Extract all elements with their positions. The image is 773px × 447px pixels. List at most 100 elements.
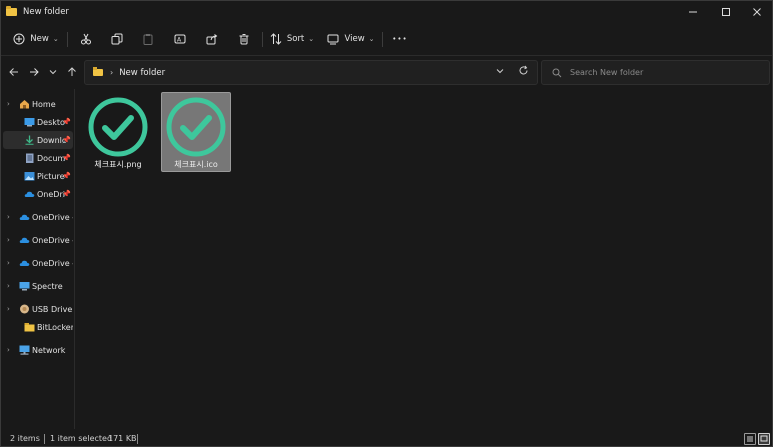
cut-button[interactable] xyxy=(76,22,96,56)
search-box[interactable] xyxy=(541,60,770,85)
new-button-label: New xyxy=(30,34,49,44)
sidebar-item-label: Home xyxy=(32,99,56,109)
chevron-down-icon: ⌄ xyxy=(52,35,59,43)
rename-icon: A xyxy=(174,34,186,44)
paste-button[interactable] xyxy=(138,22,158,56)
sidebar-item-network[interactable]: › Network xyxy=(3,341,73,359)
sidebar-item-onedrive-3[interactable]: › OneDrive - xyxy=(3,254,73,272)
sort-button[interactable]: Sort ⌄ xyxy=(269,22,315,56)
new-button[interactable]: New ⌄ xyxy=(9,22,63,56)
rename-button[interactable]: A xyxy=(170,22,190,56)
sidebar-item-label: Network xyxy=(32,345,66,355)
more-options-button[interactable]: ••• xyxy=(389,22,411,56)
recent-locations-button[interactable] xyxy=(45,63,61,81)
sidebar-item-usb-drive[interactable]: › USB Drive (I xyxy=(3,300,73,318)
sidebar-item-label: OneDrive - xyxy=(32,235,73,245)
breadcrumb-chevron-icon[interactable]: › xyxy=(110,68,113,77)
check-mark-icon xyxy=(88,97,148,157)
separator xyxy=(262,32,263,47)
pin-icon: 📌 xyxy=(62,172,71,180)
plus-circle-icon xyxy=(13,33,25,45)
share-button[interactable] xyxy=(202,22,222,56)
back-button[interactable] xyxy=(6,63,22,81)
expand-chevron-icon[interactable]: › xyxy=(7,213,10,221)
pin-icon: 📌 xyxy=(62,154,71,162)
folder-icon xyxy=(24,323,35,332)
share-icon xyxy=(206,34,218,45)
sidebar-item-label: Deskto xyxy=(37,117,65,127)
usb-drive-icon xyxy=(20,304,29,314)
desktop-icon xyxy=(24,118,35,127)
home-icon xyxy=(20,100,29,109)
chevron-down-icon: ⌄ xyxy=(308,35,315,43)
expand-chevron-icon[interactable]: › xyxy=(7,346,10,354)
selection-count: 1 item selected xyxy=(50,434,113,443)
up-button[interactable] xyxy=(64,63,80,81)
chevron-down-icon xyxy=(49,70,57,75)
file-item-selected[interactable]: 체크표시.ico xyxy=(161,92,231,172)
arrow-up-icon xyxy=(68,67,76,76)
onedrive-cloud-icon xyxy=(19,237,30,243)
sidebar-item-documents[interactable]: Docum 📌 xyxy=(3,149,73,167)
sidebar-item-spectre[interactable]: › Spectre xyxy=(3,277,73,295)
sidebar-item-pictures[interactable]: Picture 📌 xyxy=(3,167,73,185)
sidebar-item-onedrive-1[interactable]: › OneDrive - xyxy=(3,208,73,226)
expand-chevron-icon[interactable]: › xyxy=(7,305,10,313)
sidebar-item-desktop[interactable]: Deskto 📌 xyxy=(3,113,73,131)
expand-chevron-icon[interactable]: › xyxy=(7,259,10,267)
sidebar-item-home[interactable]: › Home xyxy=(3,95,73,113)
status-bar: 2 items 1 item selected 171 KB xyxy=(1,431,772,447)
trash-icon xyxy=(239,34,249,45)
sidebar-item-onedrive-pinned[interactable]: OneDri 📌 xyxy=(3,185,73,203)
separator xyxy=(67,32,68,47)
expand-chevron-icon[interactable]: › xyxy=(7,100,10,108)
view-button[interactable]: View ⌄ xyxy=(327,22,375,56)
expand-chevron-icon[interactable]: › xyxy=(7,282,10,290)
address-bar[interactable]: › New folder xyxy=(84,60,538,85)
maximize-button[interactable] xyxy=(710,1,742,22)
file-item[interactable]: 체크표시.png xyxy=(83,93,153,173)
details-view-toggle[interactable] xyxy=(744,433,756,445)
selection-size: 171 KB xyxy=(108,434,137,443)
status-separator xyxy=(44,434,45,444)
file-name: 체크표시.ico xyxy=(174,160,218,169)
sidebar-item-bitlocker[interactable]: BitLocker xyxy=(3,318,73,336)
scissors-icon xyxy=(81,33,91,45)
sidebar-item-label: OneDrive - xyxy=(32,258,73,268)
close-button[interactable] xyxy=(741,1,773,22)
sidebar-item-label: USB Drive (I xyxy=(32,304,73,314)
delete-button[interactable] xyxy=(234,22,254,56)
search-input[interactable] xyxy=(570,68,760,77)
sidebar-item-downloads[interactable]: Downlc 📌 xyxy=(3,131,73,149)
chevron-down-icon xyxy=(496,69,504,74)
copy-icon xyxy=(111,33,123,45)
forward-button[interactable] xyxy=(26,63,42,81)
refresh-icon xyxy=(519,65,528,75)
view-icon xyxy=(327,34,339,45)
file-explorer-window: New folder New ⌄ A Sort ⌄ View ⌄ ••• › N… xyxy=(0,0,773,447)
computer-icon xyxy=(19,282,30,291)
onedrive-cloud-icon xyxy=(19,214,30,220)
expand-chevron-icon[interactable]: › xyxy=(7,236,10,244)
more-icon: ••• xyxy=(392,35,408,43)
view-button-label: View xyxy=(344,34,365,44)
address-history-button[interactable] xyxy=(495,66,505,78)
sidebar-item-onedrive-2[interactable]: › OneDrive - xyxy=(3,231,73,249)
minimize-icon xyxy=(689,11,697,12)
onedrive-cloud-icon xyxy=(19,260,30,266)
item-count: 2 items xyxy=(10,434,40,443)
pin-icon: 📌 xyxy=(62,118,71,126)
command-bar: New ⌄ A Sort ⌄ View ⌄ ••• xyxy=(1,22,772,56)
copy-button[interactable] xyxy=(107,22,127,56)
navigation-pane: › Home Deskto 📌 Downlc 📌 Docum 📌 Picture… xyxy=(1,91,74,427)
svg-text:A: A xyxy=(177,37,182,44)
breadcrumb-new-folder[interactable]: New folder xyxy=(119,68,165,78)
sidebar-item-label: OneDrive - xyxy=(32,212,73,222)
large-icons-view-toggle[interactable] xyxy=(758,433,770,445)
window-title: New folder xyxy=(23,6,69,17)
refresh-button[interactable] xyxy=(518,65,529,79)
pin-icon: 📌 xyxy=(62,136,71,144)
sidebar-item-label: BitLocker xyxy=(37,322,73,332)
minimize-button[interactable] xyxy=(677,1,709,22)
pictures-icon xyxy=(24,172,35,181)
